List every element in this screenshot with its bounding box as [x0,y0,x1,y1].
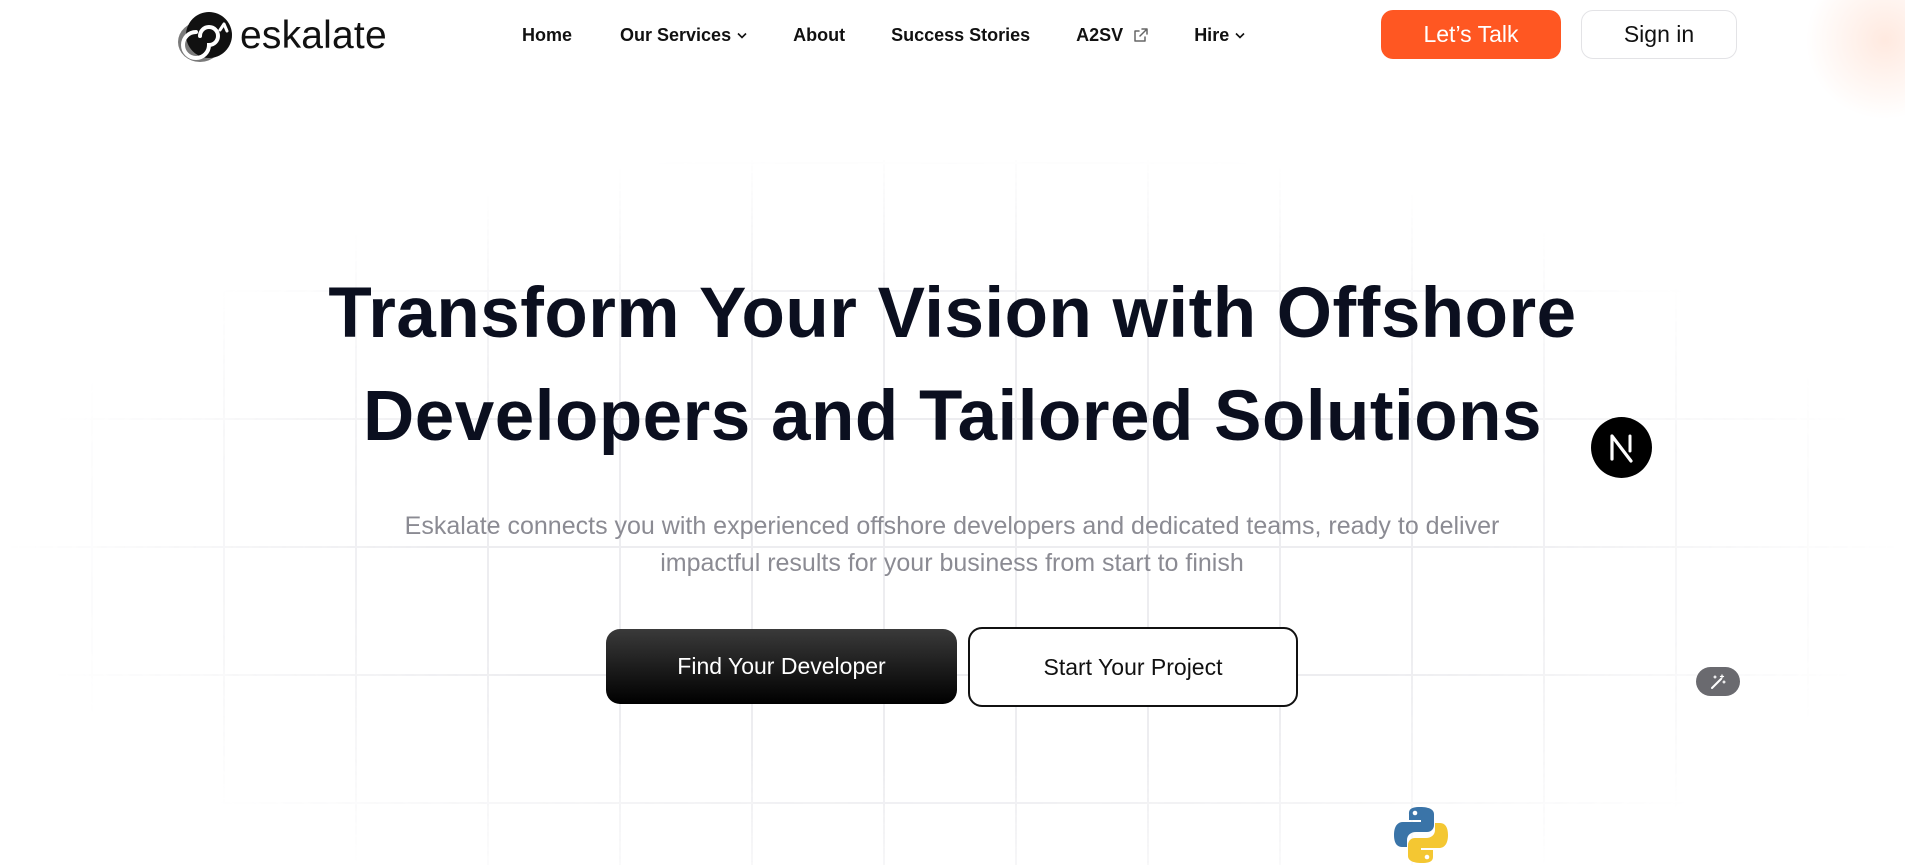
python-logo-icon [1394,807,1448,863]
nextjs-logo-icon [1591,417,1652,478]
nav-label: About [793,24,846,45]
chevron-down-icon [737,32,747,39]
nav-item-a2sv[interactable]: A2SV [1076,25,1149,46]
nav-label: Home [522,24,573,45]
nav-label: Success Stories [891,24,1031,45]
magic-wand-icon [1711,673,1726,689]
brand-logo[interactable]: eskalate [176,8,387,64]
hero-title-line-1: Transform Your Vision with Offshore [328,274,1577,353]
hero-title-line-2: Developers and Tailored Solutions [362,377,1543,456]
lets-talk-button[interactable]: Let’s Talk [1381,10,1561,59]
nav-label: Our Services [620,24,732,45]
nav-item-our-services[interactable]: Our Services [620,25,747,46]
chevron-down-icon [1235,32,1245,39]
lets-talk-label: Let’s Talk [1423,21,1519,47]
sign-in-label: Sign in [1623,21,1695,47]
hero-subtitle-line-2: impactful results for your business from… [660,549,1244,577]
find-your-developer-label: Find Your Developer [677,653,886,679]
nav-item-about[interactable]: About [793,25,845,46]
hero-subtitle: Eskalate connects you with experienced o… [352,508,1552,582]
sign-in-button[interactable]: Sign in [1581,10,1737,59]
nav-item-hire[interactable]: Hire [1194,25,1245,46]
nav-item-home[interactable]: Home [522,25,572,46]
main-menu: Home Our Services About Success Stories … [522,0,1245,70]
magic-wand-button[interactable] [1696,667,1740,696]
start-your-project-label: Start Your Project [1043,653,1223,680]
brand-name: eskalate [240,14,387,57]
start-your-project-button[interactable]: Start Your Project [968,627,1298,707]
nav-item-success-stories[interactable]: Success Stories [891,25,1030,46]
find-your-developer-button[interactable]: Find Your Developer [606,629,957,704]
nav-label: A2SV [1076,24,1124,45]
nav-label: Hire [1194,24,1230,45]
external-link-icon [1134,28,1148,42]
eskalate-logo-icon [178,12,232,62]
hero-subtitle-line-1: Eskalate connects you with experienced o… [404,512,1500,540]
top-navbar: eskalate Home Our Services About Success… [0,0,1905,70]
